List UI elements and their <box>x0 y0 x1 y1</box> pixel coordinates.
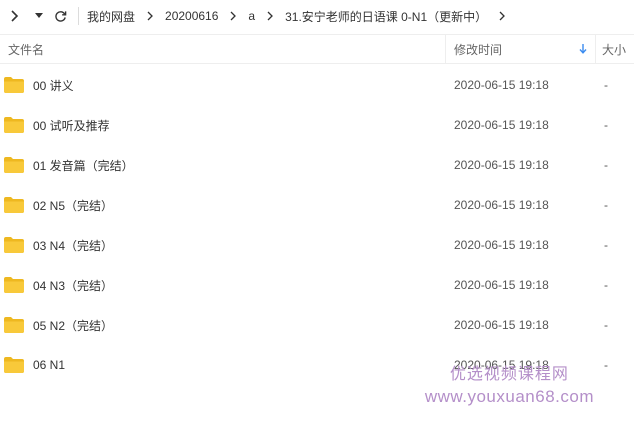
chevron-right-icon <box>137 0 163 32</box>
chevron-right-icon <box>499 11 505 21</box>
folder-icon <box>4 197 24 213</box>
caret-down-icon <box>35 13 43 18</box>
watermark-url: www.youxuan68.com <box>424 387 594 406</box>
file-name: 00 试听及推荐 <box>33 118 110 133</box>
file-size: - <box>604 238 608 252</box>
file-name: 03 N4（完结） <box>33 238 114 253</box>
breadcrumb-item-date[interactable]: 20200616 <box>163 9 220 23</box>
file-row[interactable]: 00 讲义 2020-06-15 19:18 - <box>0 65 634 105</box>
file-time: 2020-06-15 19:18 <box>454 118 549 132</box>
folder-icon <box>4 117 24 133</box>
file-name-cell: 05 N2（完结） <box>0 317 446 334</box>
file-name: 06 N1 <box>33 358 66 372</box>
file-time: 2020-06-15 19:18 <box>454 198 549 212</box>
file-time: 2020-06-15 19:18 <box>454 158 549 172</box>
file-size: - <box>604 158 608 172</box>
watermark-site-name: 优选视频课程网 <box>449 366 569 383</box>
file-name: 05 N2（完结） <box>33 318 114 333</box>
breadcrumb-expand-button[interactable] <box>489 0 515 32</box>
folder-icon <box>4 237 24 253</box>
column-header-size-label: 大小 <box>602 42 627 57</box>
history-dropdown-button[interactable] <box>30 0 48 32</box>
folder-icon <box>4 77 24 93</box>
refresh-button[interactable] <box>48 0 72 32</box>
column-header: 文件名 修改时间 大小 <box>0 34 634 64</box>
file-size: - <box>604 318 608 332</box>
breadcrumb-item-root[interactable]: 我的网盘 <box>85 8 137 25</box>
file-size: - <box>604 358 608 372</box>
column-header-time-label: 修改时间 <box>454 42 503 57</box>
watermark: 优选视频课程网 www.youxuan68.com <box>425 364 594 408</box>
breadcrumb: 我的网盘 20200616 a 31.安宁老师的日语课 0-N1（更新中） <box>85 0 515 32</box>
file-row[interactable]: 04 N3（完结） 2020-06-15 19:18 - <box>0 265 634 305</box>
file-time: 2020-06-15 19:18 <box>454 238 549 252</box>
file-name: 02 N5（完结） <box>33 198 114 213</box>
folder-icon <box>4 277 24 293</box>
file-name: 00 讲义 <box>33 78 74 93</box>
file-name-cell: 04 N3（完结） <box>0 277 446 294</box>
file-row[interactable]: 05 N2（完结） 2020-06-15 19:18 - <box>0 305 634 345</box>
chevron-right-icon <box>257 0 283 32</box>
folder-icon <box>4 317 24 333</box>
file-name-cell: 02 N5（完结） <box>0 197 446 214</box>
file-row[interactable]: 02 N5（完结） 2020-06-15 19:18 - <box>0 185 634 225</box>
file-list: 00 讲义 2020-06-15 19:18 - 00 试听及推荐 2020-0… <box>0 65 634 385</box>
toolbar: 我的网盘 20200616 a 31.安宁老师的日语课 0-N1（更新中） <box>0 0 634 32</box>
refresh-icon <box>54 10 66 22</box>
chevron-right-icon <box>220 0 246 32</box>
file-size: - <box>604 278 608 292</box>
file-time: 2020-06-15 19:18 <box>454 78 549 92</box>
file-name: 01 发音篇（完结） <box>33 158 134 173</box>
file-row[interactable]: 03 N4（完结） 2020-06-15 19:18 - <box>0 225 634 265</box>
file-name-cell: 01 发音篇（完结） <box>0 157 446 174</box>
file-size: - <box>604 198 608 212</box>
file-name: 04 N3（完结） <box>33 278 114 293</box>
column-header-name-label: 文件名 <box>8 42 45 57</box>
breadcrumb-item-a[interactable]: a <box>246 9 257 23</box>
file-row[interactable]: 01 发音篇（完结） 2020-06-15 19:18 - <box>0 145 634 185</box>
column-header-name[interactable]: 文件名 <box>0 34 446 64</box>
breadcrumb-item-course[interactable]: 31.安宁老师的日语课 0-N1（更新中） <box>283 8 489 25</box>
folder-icon <box>4 157 24 173</box>
column-header-size[interactable]: 大小 <box>596 34 634 64</box>
file-name-cell: 00 试听及推荐 <box>0 117 446 134</box>
file-size: - <box>604 118 608 132</box>
file-name-cell: 06 N1 <box>0 357 446 373</box>
arrow-down-icon <box>579 44 587 54</box>
toolbar-divider <box>78 7 79 25</box>
column-header-time[interactable]: 修改时间 <box>446 34 596 64</box>
forward-button[interactable] <box>0 0 30 32</box>
file-name-cell: 03 N4（完结） <box>0 237 446 254</box>
folder-icon <box>4 357 24 373</box>
file-time: 2020-06-15 19:18 <box>454 278 549 292</box>
file-size: - <box>604 78 608 92</box>
file-time: 2020-06-15 19:18 <box>454 318 549 332</box>
chevron-right-icon <box>11 10 19 22</box>
file-row[interactable]: 00 试听及推荐 2020-06-15 19:18 - <box>0 105 634 145</box>
file-name-cell: 00 讲义 <box>0 77 446 94</box>
